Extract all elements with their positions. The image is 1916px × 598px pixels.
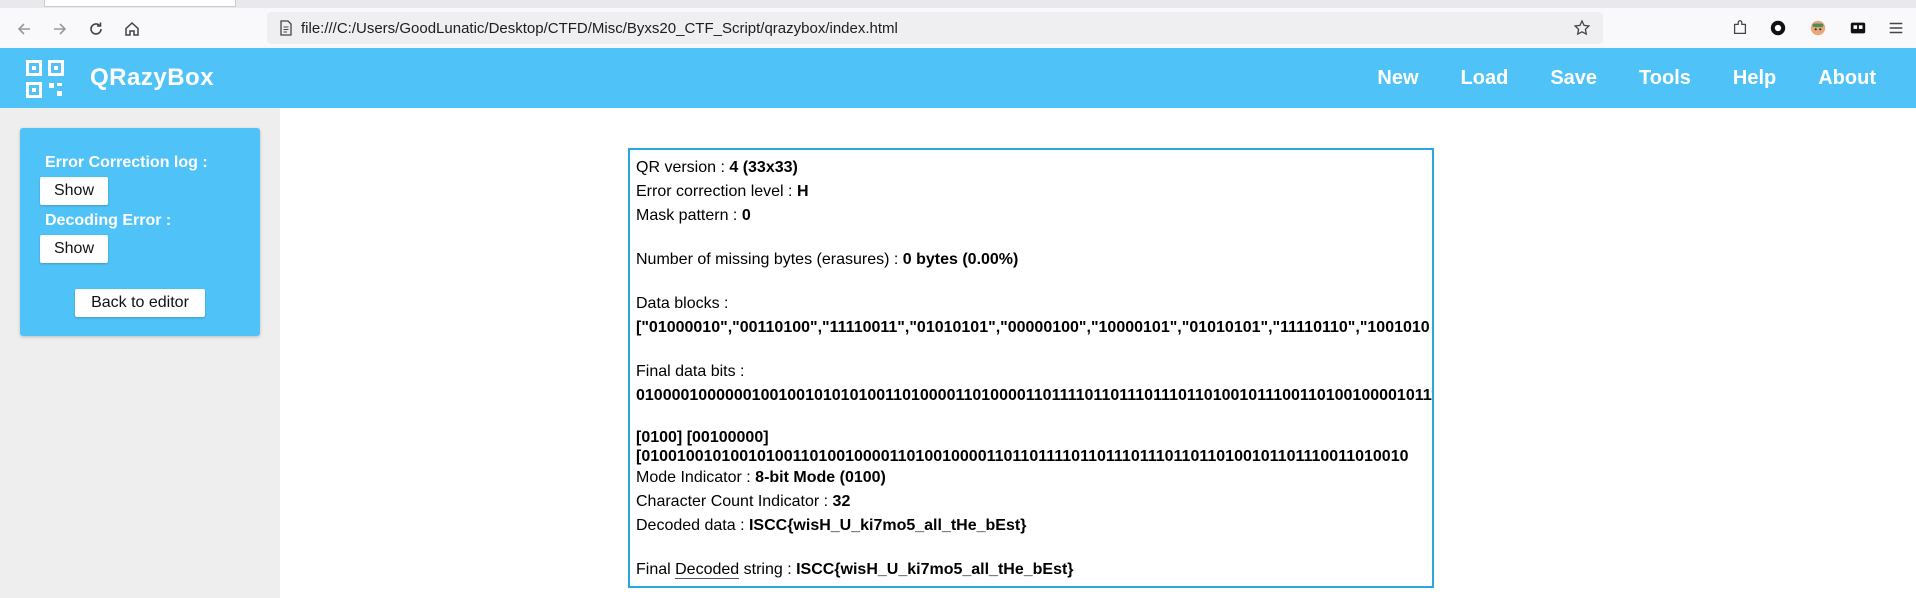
mask-pattern-line: Mask pattern : 0	[636, 204, 1428, 228]
brand-title[interactable]: QRazyBox	[90, 64, 214, 92]
app-header: QRazyBox New Load Save Tools Help About	[0, 48, 1916, 108]
missing-bytes-value: 0 bytes (0.00%)	[902, 251, 1019, 268]
final-decoded-label-part2: Decoded	[675, 561, 740, 579]
qr-version-value: 4 (33x33)	[729, 159, 798, 176]
final-decoded-label-part1: Final	[636, 561, 676, 578]
menu-about[interactable]: About	[1797, 48, 1916, 108]
back-to-editor-button[interactable]: Back to editor	[75, 289, 205, 317]
ec-log-show-button[interactable]: Show	[40, 177, 108, 205]
menu-new[interactable]: New	[1356, 48, 1439, 108]
reload-icon[interactable]	[82, 16, 110, 42]
char-count-label: Character Count Indicator :	[636, 493, 833, 510]
qr-logo-icon[interactable]	[26, 60, 64, 98]
mask-pattern-label: Mask pattern :	[636, 207, 742, 224]
qr-version-line: QR version : 4 (33x33)	[636, 156, 1428, 180]
data-blocks-label: Data blocks :	[636, 295, 729, 312]
hamburger-menu-icon[interactable]	[1886, 18, 1906, 38]
extensions-icon[interactable]	[1730, 18, 1750, 38]
char-count-line: Character Count Indicator : 32	[636, 490, 1428, 514]
url-text: file:///C:/Users/GoodLunatic/Desktop/CTF…	[301, 20, 898, 37]
mode-indicator-line: Mode Indicator : 8-bit Mode (0100)	[636, 466, 1428, 490]
ec-log-label: Error Correction log :	[45, 154, 208, 171]
data-blocks-text: ["01000010","00110100","11110011","01010…	[636, 319, 1430, 336]
segment-bits-text: [010010010100101001101001000011010010000…	[636, 448, 1409, 465]
menu-tools[interactable]: Tools	[1618, 48, 1712, 108]
avatar-extension-icon[interactable]	[1808, 18, 1828, 38]
browser-toolbar: file:///C:/Users/GoodLunatic/Desktop/CTF…	[0, 8, 1916, 48]
decode-result-panel: QR version : 4 (33x33) Error correction …	[628, 148, 1434, 588]
final-decoded-value: ISCC{wisH_U_ki7mo5_all_tHe_bEst}	[796, 561, 1074, 578]
menu-help[interactable]: Help	[1712, 48, 1797, 108]
ec-level-label: Error correction level :	[636, 183, 797, 200]
mode-indicator-value: 8-bit Mode (0100)	[755, 469, 886, 486]
char-count-value: 32	[832, 493, 851, 510]
decoded-data-label: Decoded data :	[636, 517, 749, 534]
segment-header: [0100] [00100000]	[636, 428, 1428, 447]
menu-save[interactable]: Save	[1529, 48, 1618, 108]
bookmark-star-icon[interactable]	[1573, 19, 1591, 37]
segment-bits: [010010010100101001101001000011010010000…	[636, 447, 1428, 466]
page-icon	[280, 20, 292, 36]
home-icon[interactable]	[118, 16, 146, 42]
menu-load[interactable]: Load	[1440, 48, 1530, 108]
decoded-data-value: ISCC{wisH_U_ki7mo5_all_tHe_bEst}	[748, 517, 1027, 534]
ec-level-value: H	[796, 183, 809, 200]
browser-tab[interactable]	[44, 0, 236, 7]
missing-bytes-line: Number of missing bytes (erasures) : 0 b…	[636, 248, 1428, 272]
decoding-error-show-button[interactable]: Show	[40, 235, 108, 263]
final-bits-label: Final data bits :	[636, 363, 745, 380]
main-menu: New Load Save Tools Help About	[1356, 48, 1916, 108]
segment-header-text: [0100] [00100000]	[636, 429, 769, 446]
ec-level-line: Error correction level : H	[636, 180, 1428, 204]
qr-version-label: QR version :	[636, 159, 730, 176]
container-icon[interactable]	[1848, 18, 1868, 38]
address-bar[interactable]: file:///C:/Users/GoodLunatic/Desktop/CTF…	[267, 12, 1603, 44]
mode-indicator-label: Mode Indicator :	[636, 469, 756, 486]
record-icon[interactable]	[1768, 18, 1788, 38]
final-decoded-label-part3: string :	[739, 561, 797, 578]
forward-arrow-icon[interactable]	[46, 16, 74, 42]
decoded-data-line: Decoded data : ISCC{wisH_U_ki7mo5_all_tH…	[636, 514, 1428, 538]
sidebar-card: Error Correction log : Show Decoding Err…	[20, 128, 260, 336]
final-bits-text: 0100001000000100100101010100110100001101…	[636, 387, 1434, 404]
final-decoded-line: Final Decoded string : ISCC{wisH_U_ki7mo…	[636, 558, 1428, 582]
final-bits-value: 0100001000000100100101010100110100001101…	[636, 384, 1432, 408]
back-arrow-icon[interactable]	[10, 16, 38, 42]
tab-strip	[0, 0, 1916, 8]
data-blocks-value: ["01000010","00110100","11110011","01010…	[636, 316, 1430, 340]
mask-pattern-value: 0	[741, 207, 751, 224]
missing-bytes-label: Number of missing bytes (erasures) :	[636, 251, 903, 268]
decoding-error-label: Decoding Error :	[45, 212, 172, 229]
